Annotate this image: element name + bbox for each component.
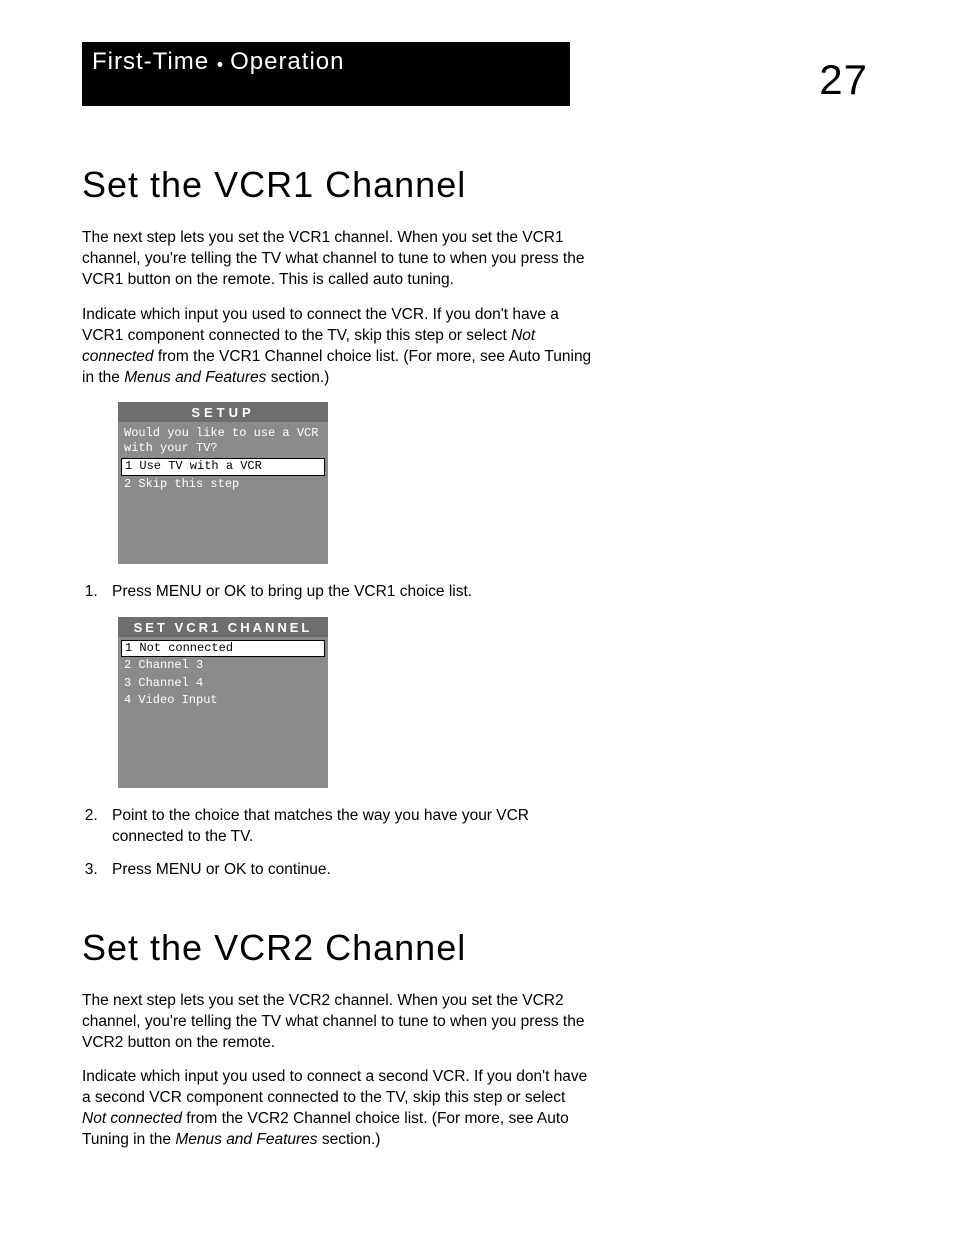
step-1: Press MENU or OK to bring up the VCR1 ch… xyxy=(102,582,592,603)
section2-para1: The next step lets you set the VCR2 chan… xyxy=(82,991,592,1054)
section2-para2: Indicate which input you used to connect… xyxy=(82,1067,592,1151)
s2p2-a: Indicate which input you used to connect… xyxy=(82,1068,587,1106)
section2-title: Set the VCR2 Channel xyxy=(82,927,592,969)
section1-para2: Indicate which input you used to connect… xyxy=(82,305,592,389)
section2-block: Set the VCR2 Channel The next step lets … xyxy=(82,927,592,1151)
s1p2-c: section.) xyxy=(266,369,329,386)
header-banner: First-Time • Operation xyxy=(82,42,570,106)
s2p2-i1: Not connected xyxy=(82,1110,182,1127)
setup-menu-title: SETUP xyxy=(118,402,328,422)
s1p2-i2: Menus and Features xyxy=(124,369,266,386)
setup-menu-opt2: 2 Skip this step xyxy=(118,476,328,494)
vcr1-menu-title: SET VCR1 CHANNEL xyxy=(118,617,328,637)
page-number: 27 xyxy=(819,56,868,104)
vcr1-menu-opt1: 1 Not connected xyxy=(121,640,325,658)
s2p2-c: section.) xyxy=(318,1131,381,1148)
banner-text-dot: • xyxy=(217,54,230,74)
setup-menu-opt1: 1 Use TV with a VCR xyxy=(121,458,325,476)
steps-list-1: Press MENU or OK to bring up the VCR1 ch… xyxy=(82,582,592,603)
s1p2-a: Indicate which input you used to connect… xyxy=(82,306,559,344)
steps-list-2: Point to the choice that matches the way… xyxy=(82,806,592,881)
vcr1-menu-opt4: 4 Video Input xyxy=(118,692,328,710)
step-3: Press MENU or OK to continue. xyxy=(102,860,592,881)
content-column: Set the VCR1 Channel The next step lets … xyxy=(82,164,592,1165)
setup-menu-prompt: Would you like to use a VCR with your TV… xyxy=(118,422,328,458)
vcr1-menu-opt3: 3 Channel 4 xyxy=(118,675,328,693)
banner-text-prefix: First-Time xyxy=(92,48,217,75)
s2p2-i2: Menus and Features xyxy=(175,1131,317,1148)
banner-text-rest: Operation xyxy=(230,48,344,75)
section1-title: Set the VCR1 Channel xyxy=(82,164,592,206)
vcr1-menu-screenshot: SET VCR1 CHANNEL 1 Not connected 2 Chann… xyxy=(118,617,328,788)
vcr1-menu-opt2: 2 Channel 3 xyxy=(118,657,328,675)
section1-para1: The next step lets you set the VCR1 chan… xyxy=(82,228,592,291)
page-root: First-Time • Operation 27 Set the VCR1 C… xyxy=(0,0,954,1235)
step-2: Point to the choice that matches the way… xyxy=(102,806,592,848)
setup-menu-screenshot: SETUP Would you like to use a VCR with y… xyxy=(118,402,328,563)
